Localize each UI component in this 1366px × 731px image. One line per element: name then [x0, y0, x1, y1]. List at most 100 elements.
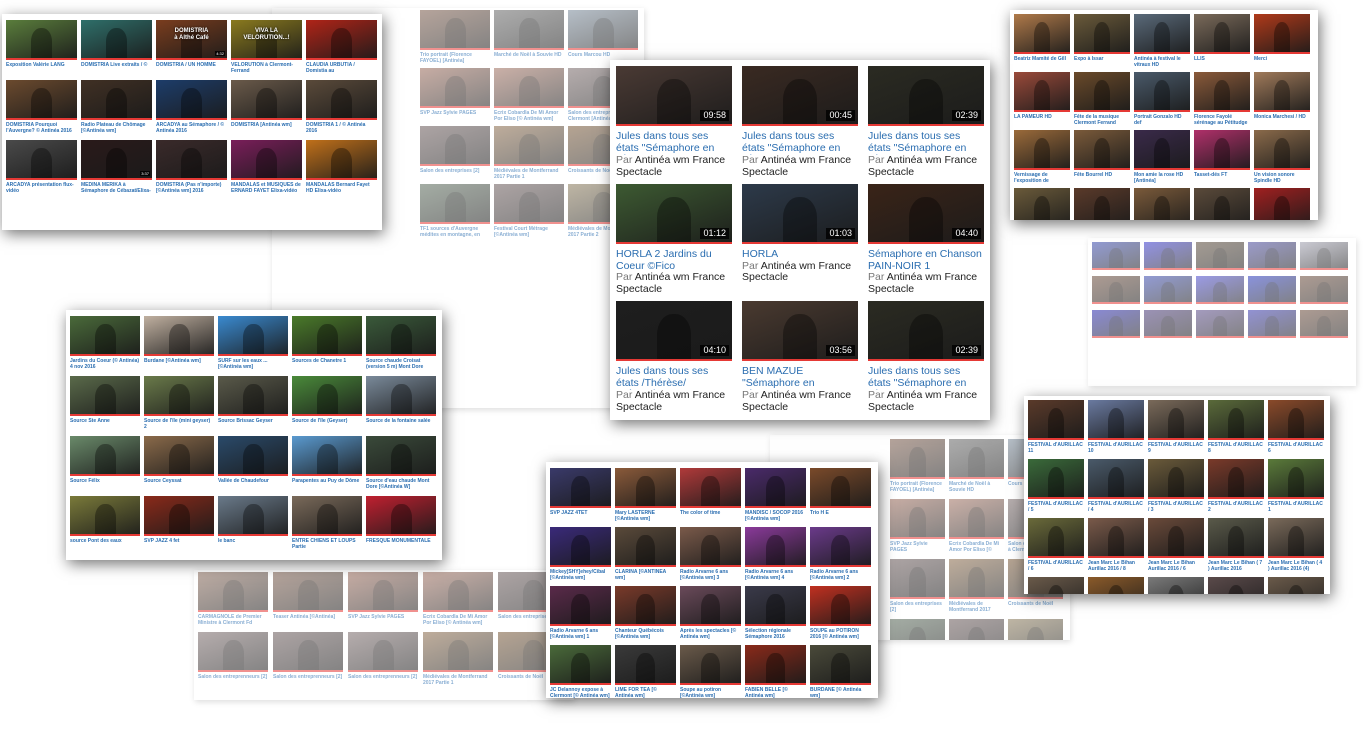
video-card[interactable]: [1300, 276, 1348, 304]
video-card[interactable]: Après les spectacles [© Antinéa wm]: [680, 586, 741, 640]
video-card[interactable]: FESTIVAL d'AURILLAC / 4: [1088, 459, 1144, 513]
video-card[interactable]: Médiévales de Montferrand 2017 Partie 1: [423, 632, 493, 686]
video-thumbnail[interactable]: [292, 496, 362, 536]
video-title-link[interactable]: DOMISTRIA Pourquoi l'Auvergne? © Antinéa…: [6, 122, 77, 134]
video-thumbnail[interactable]: [949, 439, 1004, 479]
video-card[interactable]: Médiévales de Montferrand 2017 Partie 1: [949, 559, 1004, 613]
video-title-link[interactable]: DOMISTRIA [Antinéa wm]: [231, 122, 302, 128]
video-thumbnail[interactable]: [615, 645, 676, 685]
video-card[interactable]: FESTIVAL d'AURILLAC 9: [1148, 400, 1204, 454]
video-thumbnail[interactable]: [292, 436, 362, 476]
video-card[interactable]: [1300, 310, 1348, 338]
video-title-link[interactable]: FESTIVAL d'AURILLAC / 3: [1148, 501, 1204, 513]
video-card[interactable]: FABIEN BELLE [© Antinéa wm]: [745, 645, 806, 698]
video-thumbnail[interactable]: [218, 316, 288, 356]
video-title-link[interactable]: Festival Court Métrage [©Antinéa wm]: [494, 226, 564, 238]
video-thumbnail[interactable]: [1008, 619, 1063, 640]
video-card[interactable]: Teaser Antinéa [©Antinéa]: [273, 572, 343, 626]
video-thumbnail[interactable]: 04:10: [616, 301, 732, 361]
video-card[interactable]: Chanteur Québécois [©Antinéa wm]: [615, 586, 676, 640]
video-card[interactable]: CLARINA [©ANTINEA wm]: [615, 527, 676, 581]
video-thumbnail[interactable]: [615, 586, 676, 626]
video-thumbnail[interactable]: [745, 468, 806, 508]
video-card[interactable]: Salon des entreprenneurs [2]: [198, 632, 268, 686]
video-thumbnail[interactable]: [1134, 72, 1190, 112]
video-title-link[interactable]: Ecrix Cobardla De Mi Amor Por Eliso [© A…: [423, 614, 493, 626]
video-thumbnail[interactable]: [1134, 130, 1190, 170]
video-thumbnail[interactable]: [1196, 242, 1244, 270]
video-title-link[interactable]: Radio Plateau de Chômage [©Antinéa wm]: [81, 122, 152, 134]
author-name-link[interactable]: Antinéa wm France Spectacle: [616, 390, 725, 413]
video-title-link[interactable]: ENTRE CHIENS ET LOUPS Partie: [292, 538, 362, 550]
video-thumbnail[interactable]: [306, 80, 377, 120]
video-thumbnail[interactable]: [6, 80, 77, 120]
video-thumbnail[interactable]: [745, 586, 806, 626]
video-thumbnail[interactable]: [70, 436, 140, 476]
video-title-link[interactable]: CLAUDIA URBUTIA / Domistia au: [306, 62, 377, 74]
video-thumbnail[interactable]: [1148, 459, 1204, 499]
video-thumbnail[interactable]: [1268, 459, 1324, 499]
video-thumbnail[interactable]: [1144, 310, 1192, 338]
video-title-link[interactable]: Jules dans tous ses états "Sémaphore en …: [868, 131, 984, 155]
video-title-link[interactable]: Cours Marcou HD: [568, 52, 638, 58]
video-thumbnail[interactable]: 09:58: [616, 66, 732, 126]
video-thumbnail[interactable]: [890, 619, 945, 640]
video-card[interactable]: SOUPE au POTIRON 2016 [© Antinéa wm]: [810, 586, 871, 640]
video-title-link[interactable]: LIME FOR TEA [© Antinéa wm]: [615, 687, 676, 698]
video-title-link[interactable]: Portrait Gonzalo HD def: [1134, 114, 1190, 126]
video-card[interactable]: Parapentes au Puy de Dôme: [292, 436, 362, 490]
video-title-link[interactable]: Radio Arvarne 6 ans [©Antinéa wm] 3: [680, 569, 741, 581]
video-thumbnail[interactable]: [568, 10, 638, 50]
video-card[interactable]: 04:10 Jules dans tous ses états /Thérèse/…: [616, 301, 732, 413]
video-title-link[interactable]: ARCADYA au Sémaphore / © Antinéa 2016: [156, 122, 227, 134]
video-card[interactable]: Vernissage de l'exposition de Florence F…: [1014, 130, 1070, 184]
video-thumbnail[interactable]: [366, 376, 436, 416]
video-thumbnail[interactable]: [1014, 14, 1070, 54]
video-title-link[interactable]: Médiévales de Montferrand 2017 Partie 1: [423, 674, 493, 686]
video-card[interactable]: [1092, 310, 1140, 338]
video-title-link[interactable]: Ecrix Cobardla De Mi Amor Por Eliso [© A…: [949, 541, 1004, 553]
video-title-link[interactable]: MANDALAS et MUSIQUES de ERNARD FAYET Eli…: [231, 182, 302, 194]
video-thumbnail[interactable]: 01:12: [616, 184, 732, 244]
video-card[interactable]: Source chaude Croisat (version 5 m) Mont…: [366, 316, 436, 370]
video-title-link[interactable]: Source Ceyssat: [144, 478, 214, 484]
video-thumbnail[interactable]: [218, 496, 288, 536]
video-thumbnail[interactable]: [156, 140, 227, 180]
video-title-link[interactable]: DOMISTRIA 1 / © Antinéa 2016: [306, 122, 377, 134]
video-title-link[interactable]: JC Delannoy expose à Clermont [© Antinéa…: [550, 687, 611, 698]
video-card[interactable]: TF1 sources d'Auvergne médites en montag…: [890, 619, 945, 640]
video-title-link[interactable]: Source Ste Anne: [70, 418, 140, 424]
video-card[interactable]: Ecrix Cobardla De Mi Amor Por Eliso [© A…: [949, 499, 1004, 553]
video-title-link[interactable]: Mickey[SHY]ehey/Cibal [©Antinéa wm]: [550, 569, 611, 581]
video-thumbnail[interactable]: [550, 527, 611, 567]
video-title-link[interactable]: FABIEN BELLE [© Antinéa wm]: [745, 687, 806, 698]
video-card[interactable]: Radio Arvarne 6 ans [©Antinéa wm] 3: [680, 527, 741, 581]
video-card[interactable]: BURDANE [© Antinéa wm]: [810, 645, 871, 698]
video-card[interactable]: 02:39 Jules dans tous ses états "Sémaphor…: [868, 66, 984, 178]
video-card[interactable]: CLAUDIA URBUTIA / Domistia au: [306, 20, 377, 74]
video-thumbnail[interactable]: [1092, 242, 1140, 270]
video-card[interactable]: Mickey[SHY]ehey/Cibal [©Antinéa wm]: [550, 527, 611, 581]
video-card[interactable]: CARMAGNOLE de Premier Ministre à Clermon…: [198, 572, 268, 626]
video-card[interactable]: Salon des entreprises [2]: [420, 126, 490, 180]
video-thumbnail[interactable]: [420, 126, 490, 166]
video-card[interactable]: SURF sur les eaux ... [©Antinéa wm]: [218, 316, 288, 370]
video-card[interactable]: [1092, 276, 1140, 304]
video-card[interactable]: DOMISTRIA Live extraits / ©: [81, 20, 152, 74]
video-thumbnail[interactable]: [144, 376, 214, 416]
video-thumbnail[interactable]: [1074, 130, 1130, 170]
video-thumbnail[interactable]: 02:39: [868, 66, 984, 126]
video-card[interactable]: FESTIVAL d'AURILLAC 2: [1208, 459, 1264, 513]
video-thumbnail[interactable]: [1014, 72, 1070, 112]
video-title-link[interactable]: Sources de Chanetre 1: [292, 358, 362, 364]
video-title-link[interactable]: FESTIVAL d'AURILLAC 8: [1208, 442, 1264, 454]
video-card[interactable]: Trio portrait (Florence FAYOEL) [Antinéa…: [890, 439, 945, 493]
video-title-link[interactable]: Jean Marc Le Bihan Aurillac 2016 / 6: [1148, 560, 1204, 572]
video-card[interactable]: Source de la fontaine salée: [366, 376, 436, 430]
video-card[interactable]: DOMISTRIA [Antinéa wm]: [231, 80, 302, 134]
video-title-link[interactable]: FESTIVAL d'AURILLAC / 4: [1088, 501, 1144, 513]
video-card[interactable]: SVP JAZZ 4TET: [550, 468, 611, 522]
video-card[interactable]: Salon des entreprenneurs [2]: [273, 632, 343, 686]
video-thumbnail[interactable]: [890, 559, 945, 599]
video-card[interactable]: Vallée de Chaudefour: [218, 436, 288, 490]
